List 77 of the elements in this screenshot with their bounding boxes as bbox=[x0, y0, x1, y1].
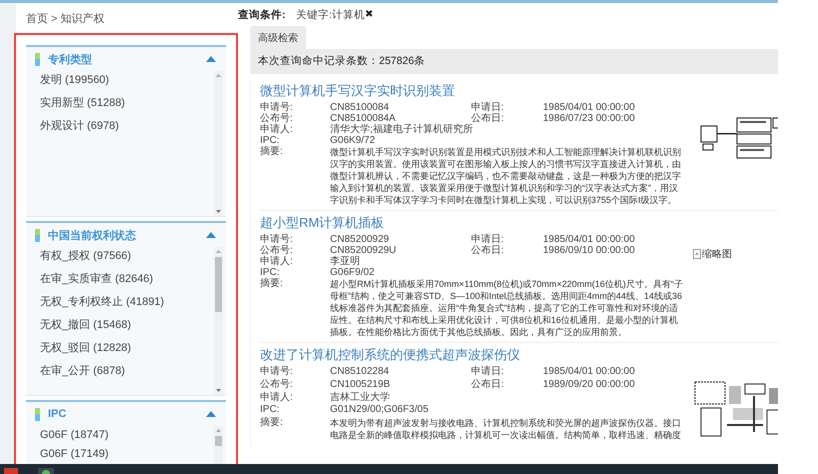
field-label: 公布日: bbox=[471, 378, 505, 392]
field-value: G06K9/72 bbox=[330, 135, 376, 146]
field-label: 公布号: bbox=[260, 245, 294, 256]
field-value: 1985/04/01 00:00:00 bbox=[543, 366, 636, 379]
result-title-link[interactable]: 微型计算机手写汉字实时识别装置 bbox=[260, 83, 455, 98]
field-label: 摘要: bbox=[260, 146, 284, 159]
panel-marker-icon bbox=[35, 408, 40, 420]
field-label: 摘要: bbox=[260, 278, 284, 291]
facet-item[interactable]: 发明 (199560) bbox=[40, 74, 110, 86]
scrollbar[interactable] bbox=[214, 71, 223, 216]
field-label: 申请号: bbox=[260, 366, 294, 379]
field-value: CN85200929U bbox=[330, 245, 398, 256]
field-value: 吉林工业大学 bbox=[330, 392, 391, 404]
field-label: IPC: bbox=[260, 135, 280, 146]
field-label: 公布日: bbox=[471, 245, 505, 256]
field-label: 公布号: bbox=[260, 113, 294, 124]
field-value: 1986/07/23 00:00:00 bbox=[543, 113, 636, 124]
field-value: CN85100084A bbox=[330, 113, 396, 124]
field-value: CN1005219B bbox=[330, 378, 392, 392]
field-value: 1989/09/20 00:00:00 bbox=[543, 378, 636, 392]
scrollbar[interactable] bbox=[214, 247, 223, 395]
field-value: CN85100084 bbox=[330, 102, 390, 113]
hit-count-bar: 本次查询命中记录条数：257826条 bbox=[250, 49, 778, 74]
field-value: G06F9/02 bbox=[330, 267, 376, 278]
field-label: 摘要: bbox=[260, 417, 284, 430]
caret-up-icon[interactable] bbox=[206, 411, 216, 417]
facet-title: 专利类型 bbox=[48, 52, 93, 66]
field-value: G01N29/00;G06F3/05 bbox=[330, 404, 430, 418]
abstract-text: 超小型RM计算机插板采用70mm×110mm(8位机)或70mm×220mm(16位机)尺寸。具有“子母框”结构，使之可兼容STD、S—100和Intel总线插板。选用间距4mm的44线、14线或36线标准器件为其配套插座。运用“牛角复合式”结构，提高了它的工作可靠性和对环境的适应性。在结构尺寸和布线上采用优化设计，可供8位机和16位机通用。是最小型的计算机插板。在性能价格比方面优于其他总线插板。因此，具有广泛的应用前景。 bbox=[330, 278, 684, 338]
facet-item[interactable]: 无权_专利权终止 (41891) bbox=[40, 296, 164, 308]
abstract-text: 微型计算机手写汉字实时识别装置是用模式识别技术和人工智能原理解决计算机联机识别汉字的实用装置。使用该装置可在图形输入板上按人的习惯书写汉字直接进入计算机，由微型计算机辨认，不需要记忆汉字编码，也不需要敲动键盘，这是一种极为方便的把汉字输入到计算机的装置。该装置采用便于微型计算机识别和学习的“汉字表达式方案”，用汉字识别卡和手写体汉字学习卡同时在微型计算机上实现，可以识别3755个国际I级汉字。 bbox=[330, 146, 682, 206]
query-label: 查询条件: bbox=[238, 8, 286, 22]
field-label: 申请日: bbox=[471, 366, 505, 379]
facet-item[interactable]: 实用新型 (51288) bbox=[40, 97, 125, 109]
facet-item[interactable]: 无权_撤回 (15468) bbox=[40, 319, 132, 331]
field-label: IPC: bbox=[260, 267, 280, 278]
facet-item[interactable]: G06F (17149) bbox=[40, 448, 108, 460]
field-label: IPC: bbox=[260, 404, 280, 416]
facet-item[interactable]: 在审_实质审查 (82646) bbox=[40, 273, 154, 285]
field-label: 公布号: bbox=[260, 378, 294, 392]
caret-up-icon[interactable] bbox=[206, 232, 216, 238]
field-label: 申请日: bbox=[471, 234, 505, 245]
facet-title: IPC bbox=[48, 408, 68, 420]
field-label: 申请人: bbox=[260, 392, 294, 404]
breadcrumb[interactable]: 首页 > 知识产权 bbox=[26, 13, 105, 25]
panel-marker-icon bbox=[35, 52, 40, 66]
field-label: 申请人: bbox=[260, 124, 294, 135]
scrollbar[interactable] bbox=[214, 426, 223, 464]
panel-marker-icon bbox=[35, 228, 40, 242]
facet-item[interactable]: 外观设计 (6978) bbox=[40, 120, 119, 132]
field-value: CN85200929 bbox=[330, 234, 390, 245]
field-label: 申请号: bbox=[260, 234, 294, 245]
facet-item[interactable]: 有权_授权 (97566) bbox=[40, 250, 132, 262]
result-title-link[interactable]: 改进了计算机控制系统的便携式超声波探伤仪 bbox=[260, 347, 520, 362]
field-label: 申请日: bbox=[471, 102, 505, 113]
field-value: CN85102284 bbox=[330, 366, 390, 379]
field-value: 李亚明 bbox=[330, 256, 361, 267]
remove-filter-button[interactable]: ✖ bbox=[364, 9, 374, 20]
field-value: 1985/04/01 00:00:00 bbox=[543, 102, 636, 113]
facet-item[interactable]: 在审_公开 (6878) bbox=[40, 365, 125, 377]
taskbar-app-icon[interactable] bbox=[38, 468, 54, 474]
image-alt-text: 缩略图 bbox=[702, 248, 732, 261]
facet-title: 中国当前权利状态 bbox=[48, 228, 137, 242]
result-title-link[interactable]: 超小型RM计算机插板 bbox=[260, 215, 384, 230]
field-label: 公布日: bbox=[471, 113, 505, 124]
field-value: 1985/04/01 00:00:00 bbox=[543, 234, 636, 245]
field-value: 1986/09/10 00:00:00 bbox=[543, 245, 636, 256]
field-label: 申请号: bbox=[260, 102, 294, 113]
tab[interactable]: 高级检索 bbox=[250, 26, 306, 49]
broken-image-icon bbox=[693, 249, 701, 259]
caret-up-icon[interactable] bbox=[206, 56, 216, 62]
abstract-text: 本发明为带有超声波发射与接收电路、计算机控制系统和荧光屏的超声波探伤仪器。接口电路是全新的峰值取样模拟电路，计算机可一次读出幅值。结构简单，取样迅速、精确度 bbox=[330, 417, 682, 442]
field-value: 清华大学;福建电子计算机研究所 bbox=[330, 124, 474, 135]
keyword-filter: 关键字:计算机 bbox=[296, 8, 365, 22]
facet-item[interactable]: G06F (18747) bbox=[40, 429, 108, 441]
field-label: 申请人: bbox=[260, 256, 294, 267]
facet-item[interactable]: 无权_驳回 (12828) bbox=[40, 342, 132, 354]
